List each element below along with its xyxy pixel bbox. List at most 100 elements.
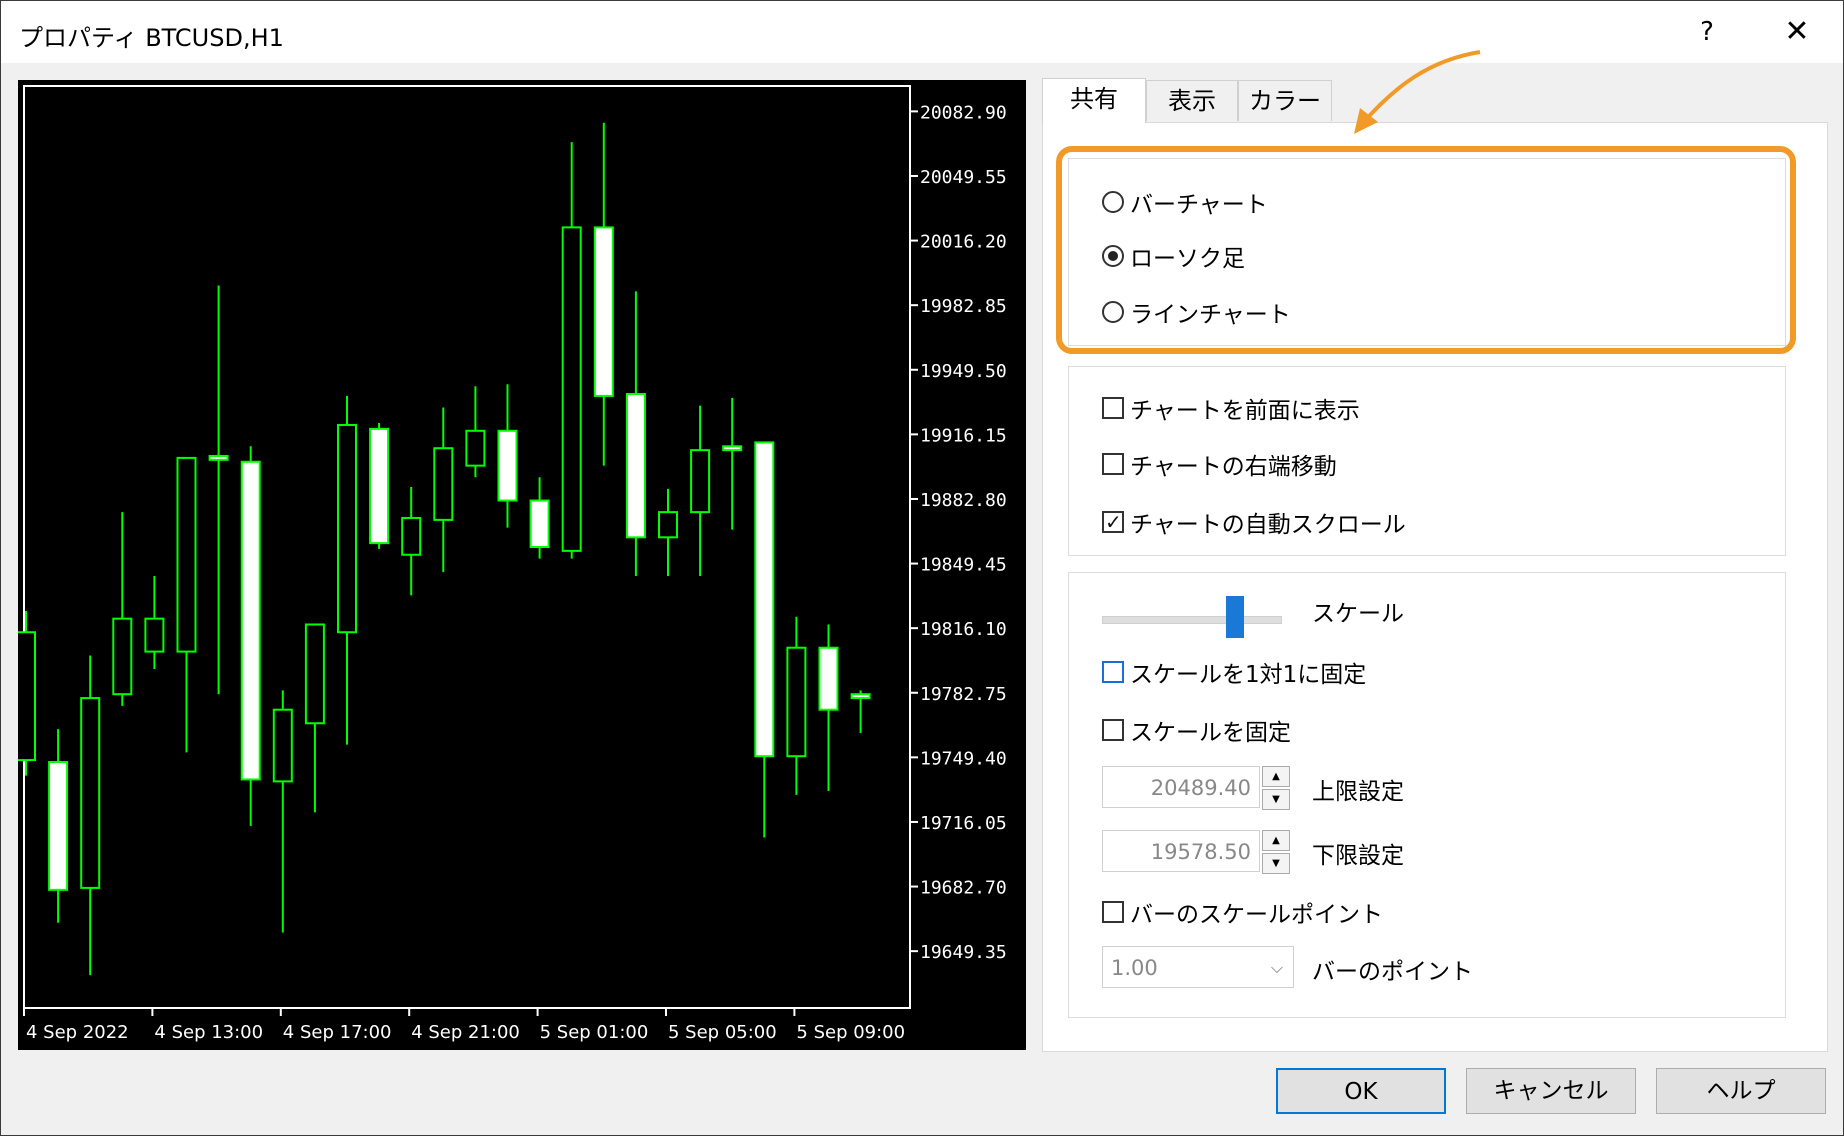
candle-body: [304, 623, 325, 725]
candle-body: [240, 460, 261, 781]
candle-body: [48, 761, 69, 891]
candle-body: [272, 708, 293, 783]
candle-body: [80, 697, 101, 889]
checkbox-fix-scale[interactable]: スケールを固定: [1102, 714, 1291, 746]
radio-candlestick[interactable]: ローソク足: [1102, 240, 1245, 272]
ok-button[interactable]: OK: [1276, 1068, 1446, 1114]
y-tick-label: 20082.90: [920, 102, 1007, 123]
bar-points-value: 1.00: [1111, 956, 1158, 980]
checkbox-scale-1to1-label: スケールを1対1に固定: [1130, 662, 1367, 688]
checkbox-bar-scale-point-box[interactable]: [1102, 901, 1124, 923]
radio-bar-chart-label: バーチャート: [1130, 192, 1268, 218]
checkbox-fix-scale-box[interactable]: [1102, 719, 1124, 741]
spin-up-icon[interactable]: ▲: [1262, 766, 1290, 787]
checkbox-scale-1to1[interactable]: スケールを1対1に固定: [1102, 656, 1366, 688]
candle-body: [112, 617, 133, 696]
candle-body: [176, 456, 197, 653]
candle-body: [144, 617, 165, 653]
candle-body: [786, 646, 807, 758]
checkbox-scale-1to1-box[interactable]: [1102, 661, 1124, 683]
candle-body: [625, 392, 646, 539]
y-tick-label: 19816.10: [920, 619, 1007, 640]
checkbox-bar-scale-point[interactable]: バーのスケールポイント: [1102, 896, 1383, 928]
radio-candlestick-indicator[interactable]: [1102, 245, 1124, 267]
spin-up-icon[interactable]: ▲: [1262, 830, 1290, 851]
lower-limit-input[interactable]: 19578.50: [1102, 830, 1260, 872]
y-tick-label: 20049.55: [920, 167, 1007, 188]
x-tick-label: 5 Sep 09:00: [796, 1022, 905, 1043]
candle-body: [754, 441, 775, 758]
y-tick-label: 19749.40: [920, 748, 1007, 769]
help-button[interactable]: ヘルプ: [1656, 1068, 1826, 1114]
spin-down-icon[interactable]: ▼: [1262, 853, 1290, 874]
candle-body: [497, 429, 518, 502]
checkbox-chart-shift-label: チャートの右端移動: [1130, 454, 1337, 480]
radio-bar-chart[interactable]: バーチャート: [1102, 186, 1268, 218]
plot-frame: [23, 85, 911, 1009]
checkbox-auto-scroll-box[interactable]: [1102, 511, 1124, 533]
tab-display[interactable]: 表示: [1146, 80, 1238, 121]
cancel-button[interactable]: キャンセル: [1466, 1068, 1636, 1114]
x-tick-label: 5 Sep 05:00: [668, 1022, 777, 1043]
checkbox-chart-shift[interactable]: チャートの右端移動: [1102, 448, 1337, 480]
checkbox-chart-foreground-box[interactable]: [1102, 397, 1124, 419]
x-tick-label: 4 Sep 17:00: [283, 1022, 392, 1043]
scale-label: スケール: [1312, 601, 1404, 627]
checkbox-auto-scroll[interactable]: チャートの自動スクロール: [1102, 506, 1406, 538]
checkbox-fix-scale-label: スケールを固定: [1130, 720, 1291, 746]
radio-candlestick-label: ローソク足: [1130, 246, 1245, 272]
y-tick-label: 20016.20: [920, 232, 1007, 253]
candle-body: [465, 429, 486, 467]
candle-body: [722, 445, 743, 452]
tab-color[interactable]: カラー: [1238, 80, 1332, 121]
x-tick-label: 4 Sep 13:00: [154, 1022, 263, 1043]
radio-bar-chart-indicator[interactable]: [1102, 191, 1124, 213]
upper-limit-input[interactable]: 20489.40: [1102, 766, 1260, 808]
spin-down-icon[interactable]: ▼: [1262, 789, 1290, 810]
x-tick-label: 4 Sep 21:00: [411, 1022, 520, 1043]
candle-body: [208, 454, 229, 461]
y-tick-label: 19949.50: [920, 361, 1007, 382]
checkbox-chart-shift-box[interactable]: [1102, 453, 1124, 475]
y-tick-label: 19916.15: [920, 425, 1007, 446]
chevron-down-icon[interactable]: ⌵: [1271, 947, 1283, 989]
y-tick-label: 19649.35: [920, 942, 1007, 963]
candle-body: [18, 631, 36, 762]
annotation-arrow-icon: [1354, 50, 1481, 134]
y-tick-label: 19982.85: [920, 296, 1007, 317]
candle-body: [850, 693, 871, 700]
candle-body: [658, 511, 678, 539]
candle-body: [818, 646, 839, 711]
checkbox-bar-scale-point-label: バーのスケールポイント: [1130, 902, 1383, 928]
candle-body: [561, 226, 582, 552]
candle-body: [529, 499, 550, 548]
bar-points-label: バーのポイント: [1312, 959, 1473, 985]
y-tick-label: 19716.05: [920, 813, 1007, 834]
candle-body: [369, 427, 390, 545]
x-tick-label: 5 Sep 01:00: [540, 1022, 649, 1043]
scale-slider-track[interactable]: [1102, 616, 1282, 624]
chart-preview: 20082.90 20049.55 20016.20 19982.85 19949.50…: [18, 80, 1026, 1050]
upper-limit-spinner[interactable]: ▲ ▼: [1262, 766, 1290, 810]
candle-body: [401, 516, 422, 556]
radio-line-chart-indicator[interactable]: [1102, 301, 1124, 323]
window-title: プロパティ BTCUSD,H1: [19, 24, 284, 52]
candle-body: [337, 423, 357, 634]
checkbox-chart-foreground[interactable]: チャートを前面に表示: [1102, 392, 1360, 424]
lower-limit-spinner[interactable]: ▲ ▼: [1262, 830, 1290, 874]
tab-common[interactable]: 共有: [1042, 78, 1146, 123]
checkbox-chart-foreground-label: チャートを前面に表示: [1130, 398, 1360, 424]
radio-line-chart[interactable]: ラインチャート: [1102, 296, 1291, 328]
y-tick-label: 19882.80: [920, 490, 1007, 511]
bar-points-select[interactable]: 1.00 ⌵: [1102, 946, 1294, 988]
title-bar: プロパティ BTCUSD,H1 ? ✕: [1, 1, 1843, 63]
x-tick-label: 4 Sep 2022: [26, 1022, 129, 1043]
candle-body: [433, 447, 454, 521]
checkbox-auto-scroll-label: チャートの自動スクロール: [1130, 512, 1406, 538]
y-tick-label: 19782.75: [920, 684, 1007, 705]
help-icon[interactable]: ?: [1677, 11, 1737, 53]
candlestick-chart: 20082.90 20049.55 20016.20 19982.85 19949.50…: [18, 85, 1007, 1043]
close-icon[interactable]: ✕: [1767, 11, 1827, 53]
scale-slider-thumb[interactable]: [1226, 596, 1244, 638]
candle-body: [690, 449, 711, 514]
